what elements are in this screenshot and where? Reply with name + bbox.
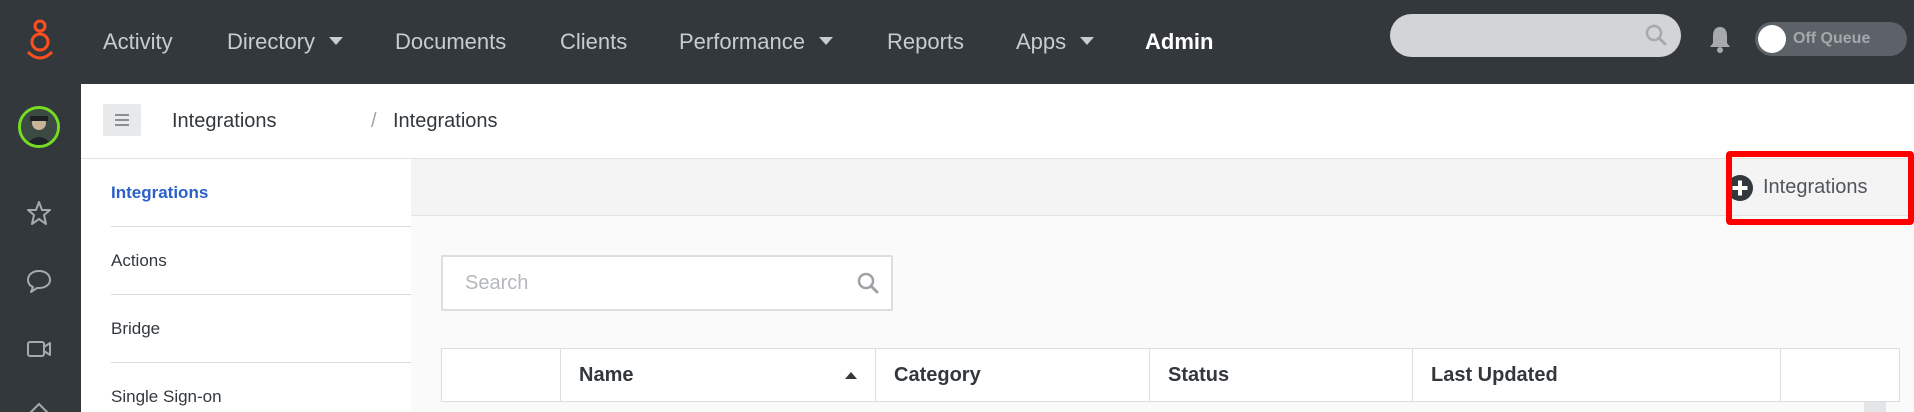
more-icon[interactable] xyxy=(25,400,53,412)
nav-performance-label: Performance xyxy=(679,29,805,54)
nav-reports-label: Reports xyxy=(887,29,965,54)
nav-activity[interactable]: Activity xyxy=(103,0,173,84)
nav-apps-label: Apps xyxy=(1016,29,1067,54)
integrations-table-header: Name Category Status Last Updated xyxy=(441,348,1900,402)
subnav-item-label: Integrations xyxy=(111,183,209,202)
subnav-item-single-sign-on[interactable]: Single Sign-on xyxy=(111,363,411,412)
hamburger-line xyxy=(115,124,129,126)
breadcrumb-separator: / xyxy=(371,110,377,132)
chevron-down-icon xyxy=(818,37,833,46)
integrations-search-box xyxy=(441,255,893,311)
add-integration-label: Integrations xyxy=(1763,176,1868,198)
nav-directory-label: Directory xyxy=(227,29,316,54)
chevron-down-icon xyxy=(329,37,344,46)
queue-toggle-knob xyxy=(1758,25,1786,53)
table-header-last-updated[interactable]: Last Updated xyxy=(1412,349,1780,401)
chevron-down-icon xyxy=(1080,37,1095,46)
nav-clients[interactable]: Clients xyxy=(560,0,627,84)
main-content: Integrations Name Category Status Last U… xyxy=(411,159,1914,412)
sort-ascending-icon xyxy=(845,372,857,379)
nav-directory[interactable]: Directory xyxy=(227,0,344,84)
table-header-status[interactable]: Status xyxy=(1149,349,1412,401)
nav-performance[interactable]: Performance xyxy=(679,0,833,84)
hamburger-menu-button[interactable] xyxy=(103,104,141,136)
notifications-bell-icon[interactable] xyxy=(1708,25,1732,53)
search-icon[interactable] xyxy=(1645,24,1667,46)
table-header-actions xyxy=(1780,349,1899,401)
top-navigation-bar: Activity Directory Documents Clients Per… xyxy=(0,0,1914,84)
table-header-category[interactable]: Category xyxy=(875,349,1149,401)
queue-toggle[interactable]: Off Queue xyxy=(1755,22,1907,56)
subnav-item-label: Bridge xyxy=(111,319,161,338)
table-header-name[interactable]: Name xyxy=(560,349,875,401)
video-camera-icon[interactable] xyxy=(25,335,53,363)
star-icon[interactable] xyxy=(25,199,53,227)
hamburger-line xyxy=(115,119,129,121)
user-avatar-icon xyxy=(21,109,57,145)
breadcrumb-bar: Integrations / Integrations xyxy=(81,84,1914,159)
queue-toggle-label: Off Queue xyxy=(1793,30,1871,47)
table-header-category-label: Category xyxy=(894,364,981,386)
breadcrumb-item-current: Integrations xyxy=(393,110,498,132)
subnav-item-actions[interactable]: Actions xyxy=(111,227,411,295)
nav-admin[interactable]: Admin xyxy=(1145,0,1213,84)
nav-activity-label: Activity xyxy=(103,29,173,54)
chat-bubble-icon[interactable] xyxy=(25,267,53,295)
table-header-status-label: Status xyxy=(1168,364,1230,386)
breadcrumb-item-integrations[interactable]: Integrations xyxy=(172,84,277,159)
table-header-select xyxy=(442,349,560,401)
admin-subnav: Integrations Actions Bridge Single Sign-… xyxy=(81,159,411,412)
scrollbar[interactable] xyxy=(1864,402,1886,412)
plus-circle-icon xyxy=(1727,175,1753,201)
global-search-input[interactable] xyxy=(1390,14,1681,57)
nav-admin-label: Admin xyxy=(1145,29,1214,54)
nav-clients-label: Clients xyxy=(560,29,628,54)
search-icon[interactable] xyxy=(857,272,879,294)
subnav-item-integrations[interactable]: Integrations xyxy=(111,159,411,227)
avatar[interactable] xyxy=(18,106,60,148)
add-integration-button[interactable]: Integrations xyxy=(1727,159,1868,216)
hamburger-line xyxy=(115,114,129,116)
subnav-item-bridge[interactable]: Bridge xyxy=(111,295,411,363)
action-bar: Integrations xyxy=(411,159,1914,216)
integrations-search-input[interactable] xyxy=(443,257,843,309)
left-rail xyxy=(0,84,81,412)
table-header-last-updated-label: Last Updated xyxy=(1431,364,1558,386)
subnav-item-label: Actions xyxy=(111,251,167,270)
table-header-name-label: Name xyxy=(579,364,634,386)
subnav-item-label: Single Sign-on xyxy=(111,387,222,406)
nav-documents-label: Documents xyxy=(395,29,507,54)
nav-apps[interactable]: Apps xyxy=(1016,0,1095,84)
app-logo-icon[interactable] xyxy=(22,18,58,66)
nav-reports[interactable]: Reports xyxy=(887,0,964,84)
nav-documents[interactable]: Documents xyxy=(395,0,506,84)
